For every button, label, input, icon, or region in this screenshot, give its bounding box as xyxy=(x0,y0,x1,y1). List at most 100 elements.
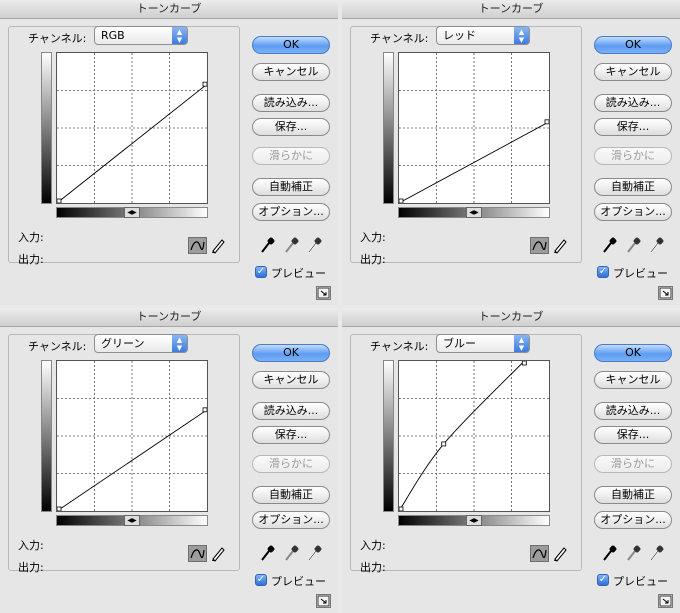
curve-svg[interactable] xyxy=(56,361,208,512)
pencil-icon[interactable] xyxy=(210,237,227,254)
curve-control-point[interactable] xyxy=(202,407,208,413)
auto-button[interactable]: 自動補正 xyxy=(594,486,672,504)
output-label: 出力: xyxy=(18,561,44,574)
load-button[interactable]: 読み込み... xyxy=(594,402,672,420)
ok-button[interactable]: OK xyxy=(594,344,672,362)
gray-eyedropper-icon[interactable] xyxy=(625,544,643,562)
save-button[interactable]: 保存... xyxy=(594,426,672,444)
curve-svg[interactable] xyxy=(398,360,549,512)
ok-button[interactable]: OK xyxy=(594,36,672,54)
pencil-icon[interactable] xyxy=(210,545,227,562)
gray-eyedropper-icon[interactable] xyxy=(625,236,643,254)
output-gradient-bar xyxy=(41,360,52,512)
curve-tool-icon[interactable] xyxy=(530,545,549,562)
white-eyedropper-icon[interactable] xyxy=(648,236,666,254)
cancel-button[interactable]: キャンセル xyxy=(252,371,330,389)
curve-control-point[interactable] xyxy=(544,119,550,125)
save-button[interactable]: 保存... xyxy=(252,118,330,136)
expand-view-icon[interactable] xyxy=(316,286,331,300)
smooth-button[interactable]: 滑らかに xyxy=(594,147,672,165)
load-button[interactable]: 読み込み... xyxy=(594,94,672,112)
cancel-button[interactable]: キャンセル xyxy=(252,63,330,81)
cancel-button[interactable]: キャンセル xyxy=(594,63,672,81)
input-label: 入力: xyxy=(360,231,386,244)
white-eyedropper-icon[interactable] xyxy=(648,544,666,562)
curve-graph[interactable] xyxy=(398,360,550,512)
gradient-swap-icon[interactable]: ◀▶ xyxy=(466,515,482,526)
channel-select[interactable]: グリーン ▲ ▼ xyxy=(94,334,188,353)
channel-label: チャンネル: xyxy=(28,32,87,45)
channel-select[interactable]: ブルー ▲ ▼ xyxy=(436,334,530,353)
smooth-button[interactable]: 滑らかに xyxy=(252,455,330,473)
black-eyedropper-icon[interactable] xyxy=(259,544,277,562)
curve-tool-icon[interactable] xyxy=(530,237,549,254)
dialog-title: トーンカーブ xyxy=(342,308,680,327)
smooth-button[interactable]: 滑らかに xyxy=(252,147,330,165)
input-label: 入力: xyxy=(18,539,44,552)
load-button[interactable]: 読み込み... xyxy=(252,94,330,112)
curves-dialog: トーンカーブ チャンネル: レッド ▲ ▼ ◀▶ 入力: 出力: OK キャンセル… xyxy=(342,0,680,305)
load-button[interactable]: 読み込み... xyxy=(252,402,330,420)
preview-checkbox[interactable]: ✓ xyxy=(597,574,609,586)
preview-label: プレビュー xyxy=(613,267,668,280)
gradient-swap-icon[interactable]: ◀▶ xyxy=(124,515,140,526)
output-gradient-bar xyxy=(383,52,394,204)
curve-control-point[interactable] xyxy=(56,198,62,204)
black-eyedropper-icon[interactable] xyxy=(601,236,619,254)
output-gradient-bar xyxy=(41,52,52,204)
options-button[interactable]: オプション... xyxy=(594,511,672,529)
dialog-title: トーンカーブ xyxy=(0,308,338,327)
curve-control-point[interactable] xyxy=(56,506,62,512)
channel-select[interactable]: レッド ▲ ▼ xyxy=(436,26,530,45)
smooth-button[interactable]: 滑らかに xyxy=(594,455,672,473)
ok-button[interactable]: OK xyxy=(252,344,330,362)
output-label: 出力: xyxy=(360,561,386,574)
black-eyedropper-icon[interactable] xyxy=(601,544,619,562)
output-gradient-bar xyxy=(383,360,394,512)
auto-button[interactable]: 自動補正 xyxy=(252,486,330,504)
curve-svg[interactable] xyxy=(398,53,550,204)
auto-button[interactable]: 自動補正 xyxy=(252,178,330,196)
output-label: 出力: xyxy=(18,253,44,266)
curve-graph[interactable] xyxy=(398,52,550,204)
options-button[interactable]: オプション... xyxy=(252,203,330,221)
gray-eyedropper-icon[interactable] xyxy=(283,236,301,254)
expand-view-icon[interactable] xyxy=(316,594,331,608)
curve-control-point[interactable] xyxy=(441,441,447,447)
pencil-icon[interactable] xyxy=(552,237,569,254)
pencil-icon[interactable] xyxy=(552,545,569,562)
curve-control-point[interactable] xyxy=(398,506,404,512)
save-button[interactable]: 保存... xyxy=(252,426,330,444)
ok-button[interactable]: OK xyxy=(252,36,330,54)
options-button[interactable]: オプション... xyxy=(252,511,330,529)
curve-tool-icon[interactable] xyxy=(188,545,207,562)
input-gradient-bar: ◀▶ xyxy=(398,207,550,218)
preview-checkbox[interactable]: ✓ xyxy=(597,266,609,278)
curve-tool-icon[interactable] xyxy=(188,237,207,254)
curve-svg[interactable] xyxy=(56,53,208,204)
channel-select[interactable]: RGB ▲ ▼ xyxy=(94,26,188,45)
expand-view-icon[interactable] xyxy=(658,594,673,608)
input-gradient-bar: ◀▶ xyxy=(56,515,208,526)
auto-button[interactable]: 自動補正 xyxy=(594,178,672,196)
expand-view-icon[interactable] xyxy=(658,286,673,300)
curve-line[interactable] xyxy=(398,360,525,512)
curve-graph[interactable] xyxy=(56,52,208,204)
curve-control-point[interactable] xyxy=(521,360,527,366)
curve-graph[interactable] xyxy=(56,360,208,512)
preview-checkbox[interactable]: ✓ xyxy=(255,266,267,278)
white-eyedropper-icon[interactable] xyxy=(306,236,324,254)
curve-control-point[interactable] xyxy=(202,81,208,87)
options-button[interactable]: オプション... xyxy=(594,203,672,221)
select-arrows-icon: ▲ ▼ xyxy=(172,27,187,44)
gradient-swap-icon[interactable]: ◀▶ xyxy=(124,207,140,218)
save-button[interactable]: 保存... xyxy=(594,118,672,136)
gradient-swap-icon[interactable]: ◀▶ xyxy=(466,207,482,218)
preview-checkbox[interactable]: ✓ xyxy=(255,574,267,586)
gray-eyedropper-icon[interactable] xyxy=(283,544,301,562)
cancel-button[interactable]: キャンセル xyxy=(594,371,672,389)
black-eyedropper-icon[interactable] xyxy=(259,236,277,254)
dialog-title: トーンカーブ xyxy=(342,0,680,19)
white-eyedropper-icon[interactable] xyxy=(306,544,324,562)
curve-control-point[interactable] xyxy=(398,198,404,204)
